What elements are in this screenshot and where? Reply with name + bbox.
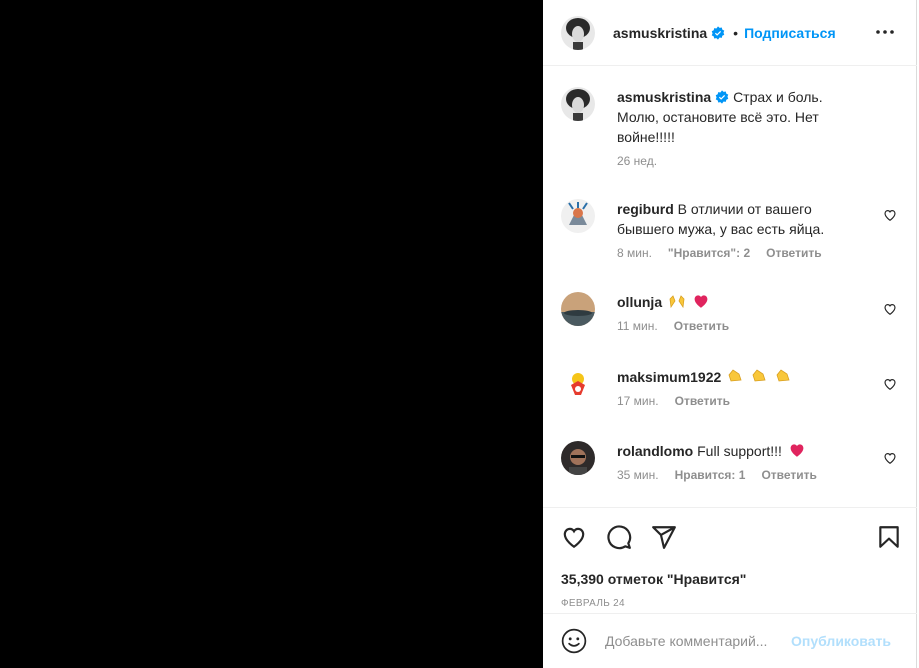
bookmark-icon[interactable] (876, 524, 902, 550)
comment-likes[interactable]: Нравится: 1 (675, 467, 746, 483)
reply-button[interactable]: Ответить (761, 467, 816, 483)
clapping-hands-icon (728, 369, 742, 382)
comments-list[interactable]: asmuskristina Страх и боль. Молю, остано… (543, 67, 917, 506)
reply-button[interactable]: Ответить (674, 318, 729, 334)
comment-time[interactable]: 35 мин. (617, 467, 659, 483)
likes-count[interactable]: 35,390 отметок "Нравится" (561, 571, 746, 587)
follow-button[interactable]: Подписаться (744, 25, 836, 41)
comment-username[interactable]: ollunja (617, 294, 662, 310)
comment: maksimum1922 17 мин. Ответить (561, 367, 901, 417)
add-comment-bar: Опубликовать (543, 613, 917, 668)
comment-likes[interactable]: "Нравится": 2 (668, 245, 750, 261)
post-media[interactable] (0, 0, 543, 668)
comment: rolandlomo Full support!!! 35 мин. Нрави… (561, 441, 901, 491)
reply-button[interactable]: Ответить (766, 245, 821, 261)
clapping-hands-icon (776, 369, 790, 382)
red-heart-icon (790, 444, 804, 457)
caption-username[interactable]: asmuskristina (617, 89, 711, 105)
post-date[interactable]: ФЕВРАЛЬ 24 (561, 598, 625, 609)
author-avatar[interactable] (561, 87, 595, 121)
comment-time[interactable]: 8 мин. (617, 245, 652, 261)
share-paper-plane-icon[interactable] (651, 524, 677, 550)
author-username[interactable]: asmuskristina (613, 25, 707, 41)
commenter-avatar[interactable] (561, 441, 595, 475)
like-comment-heart-icon[interactable] (883, 451, 897, 465)
raising-hands-icon (669, 295, 685, 309)
commenter-avatar[interactable] (561, 199, 595, 233)
more-options-icon[interactable] (875, 22, 895, 42)
clapping-hands-icon (752, 369, 766, 382)
verified-badge-icon (715, 90, 729, 104)
comment-username[interactable]: maksimum1922 (617, 369, 721, 385)
caption: asmuskristina Страх и боль. Молю, остано… (561, 87, 901, 177)
commenter-avatar[interactable] (561, 367, 595, 401)
post-actions: 35,390 отметок "Нравится" ФЕВРАЛЬ 24 (543, 507, 917, 613)
like-comment-heart-icon[interactable] (883, 302, 897, 316)
post-header: asmuskristina • Подписаться (543, 0, 917, 66)
comment-username[interactable]: regiburd (617, 201, 674, 217)
like-comment-heart-icon[interactable] (883, 377, 897, 391)
comment-username[interactable]: rolandlomo (617, 443, 693, 459)
separator-dot: • (733, 24, 739, 41)
comment-time[interactable]: 11 мин. (617, 318, 658, 334)
post-panel: asmuskristina • Подписаться asmuskristin… (543, 0, 917, 668)
reply-button[interactable]: Ответить (675, 393, 730, 409)
emoji-smiley-icon[interactable] (561, 628, 587, 654)
comment-time[interactable]: 17 мин. (617, 393, 659, 409)
red-heart-icon (694, 295, 708, 308)
like-heart-icon[interactable] (561, 524, 587, 550)
comment: regiburd В отличии от вашего бывшего муж… (561, 199, 901, 269)
comment-input[interactable] (605, 633, 791, 649)
verified-badge-icon (711, 25, 725, 40)
publish-button[interactable]: Опубликовать (791, 633, 891, 649)
author-avatar[interactable] (561, 15, 595, 50)
comment-bubble-icon[interactable] (606, 524, 632, 550)
comment-text: Full support!!! (697, 443, 782, 459)
like-comment-heart-icon[interactable] (883, 208, 897, 222)
caption-time[interactable]: 26 нед. (617, 153, 657, 169)
comment: ollunja 11 мин. Ответить (561, 292, 901, 342)
commenter-avatar[interactable] (561, 292, 595, 326)
